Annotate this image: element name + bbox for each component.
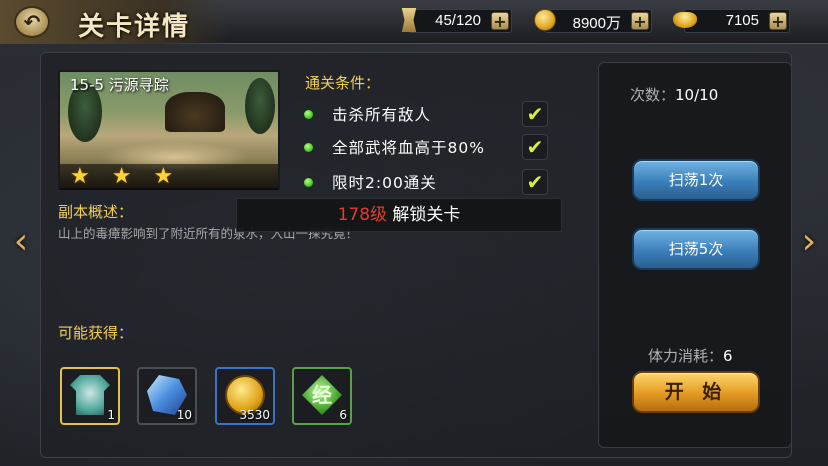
attempts-label: 次数： [630,86,676,104]
reward-item[interactable]: 3530 [215,367,275,425]
star-icon: ★ [111,164,132,189]
reward-count: 3530 [239,408,270,422]
stamina-cost: 体力消耗：6 [648,345,733,366]
condition-item: 击杀所有敌人 ✔ [304,101,554,127]
reward-count: 6 [339,408,347,422]
reward-item[interactable]: 经 6 [292,367,352,425]
checkmark-icon: ✔ [522,134,548,160]
armor-fragment-icon [70,375,110,415]
condition-label: 全部武将血高于80% [332,139,485,157]
add-ingots-button[interactable]: + [769,12,787,30]
attempts-value: 10/10 [675,86,719,104]
bullet-icon [304,143,313,152]
checkmark-icon: ✔ [522,169,548,195]
coin-icon [531,6,559,34]
bullet-icon [304,178,313,187]
previous-stage-arrow-icon[interactable]: ‹ [10,222,32,262]
scripture-icon: 经 [302,375,342,415]
start-button[interactable]: 开 始 [632,371,760,413]
condition-item: 全部武将血高于80% ✔ [304,134,554,160]
page-title: 关卡详情 [78,12,191,42]
next-stage-arrow-icon[interactable]: › [798,222,820,262]
stamina-cost-label: 体力消耗： [648,347,724,365]
unlock-banner: 178级 解锁关卡 [236,198,562,232]
stamina-cost-value: 6 [723,347,733,365]
unlock-text: 解锁关卡 [392,205,461,225]
condition-label: 限时2:00通关 [332,174,437,192]
scroll-icon [395,6,423,34]
sweep-five-button[interactable]: 扫荡5次 [632,228,760,270]
attempts-counter: 次数：10/10 [630,84,718,105]
reward-item[interactable]: 1 [60,367,120,425]
rewards-title: 可能获得： [58,324,134,342]
stage-name: 15-5 污源寻踪 [70,76,169,94]
back-arrow-icon: ↶ [23,10,41,34]
stage-stars: ★ ★ ★ [60,164,278,190]
coin-resource: 8900万 + [534,9,652,33]
bullet-icon [304,110,313,119]
checkmark-icon: ✔ [522,101,548,127]
star-icon: ★ [153,164,174,189]
star-icon: ★ [70,164,90,189]
conditions-title: 通关条件： [305,74,381,92]
stamina-value: 45/120 [435,12,481,29]
unlock-level: 178级 [337,205,388,225]
back-button[interactable]: ↶ [14,6,50,38]
reward-count: 10 [176,408,192,422]
ingot-icon [671,6,699,34]
reward-count: 1 [107,408,115,422]
condition-item: 限时2:00通关 ✔ [304,169,554,195]
ingot-resource: 7105 + [673,9,790,33]
sweep-once-button[interactable]: 扫荡1次 [632,159,760,201]
description-title: 副本概述： [58,203,134,221]
add-coins-button[interactable]: + [631,12,649,30]
stamina-resource: 45/120 + [401,8,512,33]
add-stamina-button[interactable]: + [491,12,509,30]
ingot-value: 7105 [725,12,759,29]
coin-value: 8900万 [572,15,621,32]
top-bar: ↶ 关卡详情 45/120 + 8900万 + 7105 + [0,0,828,44]
reward-item[interactable]: 10 [137,367,197,425]
condition-label: 击杀所有敌人 [332,106,432,124]
